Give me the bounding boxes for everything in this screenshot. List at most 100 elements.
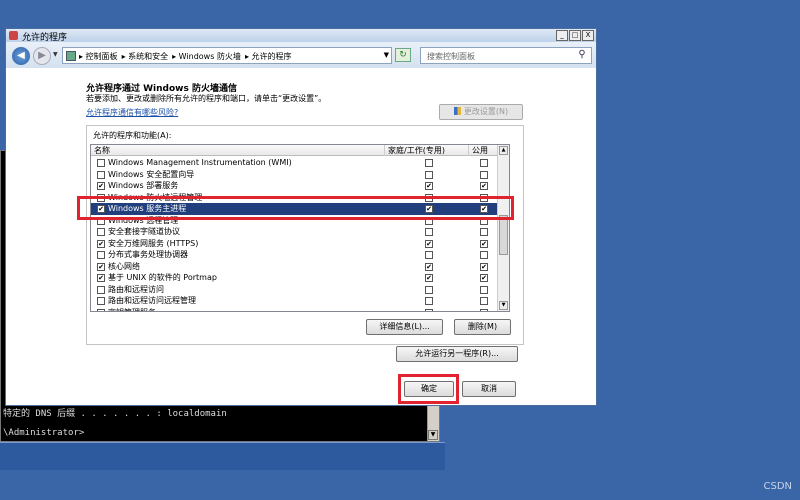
public-checkbox[interactable]	[480, 159, 488, 167]
ok-button[interactable]: 确定	[404, 381, 454, 397]
program-name: 安全套接字隧道协议	[108, 227, 180, 236]
list-item[interactable]: ✔ 核心网络 ✔ ✔	[91, 261, 499, 273]
list-item[interactable]: ✔ 安全万维网服务 (HTTPS) ✔ ✔	[91, 238, 499, 250]
list-item[interactable]: ✔ Windows 部署服务 ✔ ✔	[91, 180, 499, 192]
home-work-checkbox[interactable]	[425, 285, 433, 294]
program-name: Windows 安全配置向导	[108, 169, 195, 179]
change-settings-label: 更改设置(N)	[463, 107, 509, 116]
public-checkbox[interactable]	[480, 193, 488, 202]
list-item[interactable]: Windows 防火墙远程管理	[91, 192, 499, 204]
home-work-checkbox[interactable]: ✔	[425, 274, 433, 282]
delete-button[interactable]: 删除(M)	[454, 319, 511, 335]
recent-pages-dropdown-icon[interactable]: ▼	[53, 51, 58, 58]
program-name: Windows 部署服务	[108, 181, 179, 190]
home-work-checkbox[interactable]: ✔	[425, 262, 433, 271]
forward-button[interactable]: ▶	[33, 47, 51, 65]
list-item[interactable]: 路由和远程访问远程管理	[91, 295, 499, 307]
close-button[interactable]: X	[582, 30, 594, 41]
program-enable-checkbox[interactable]	[97, 159, 105, 167]
list-item[interactable]: ✔ 基于 UNIX 的软件的 Portmap ✔ ✔	[91, 272, 499, 284]
program-enable-checkbox[interactable]: ✔	[97, 205, 105, 213]
details-button[interactable]: 详细信息(L)...	[366, 319, 443, 335]
home-work-checkbox[interactable]	[425, 170, 433, 179]
address-bar: ◀ ▶ ▼ ▸ 控制面板 ▸ 系统和安全 ▸ Windows 防火墙 ▸ 允许的…	[5, 42, 597, 68]
page-description: 若要添加、更改或删除所有允许的程序和端口，请单击“更改设置”。	[86, 94, 327, 103]
public-checkbox[interactable]: ✔	[480, 182, 488, 190]
public-checkbox[interactable]: ✔	[480, 205, 488, 213]
home-work-checkbox[interactable]: ✔	[425, 182, 433, 190]
program-enable-checkbox[interactable]	[97, 285, 105, 294]
program-enable-checkbox[interactable]: ✔	[97, 182, 105, 190]
list-item[interactable]: 密钥管理服务	[91, 307, 499, 312]
list-item[interactable]: Windows 远程管理	[91, 215, 499, 227]
search-input[interactable]: 搜索控制面板 ⚲	[420, 47, 592, 64]
program-enable-checkbox[interactable]	[97, 251, 105, 259]
public-checkbox[interactable]	[480, 297, 488, 305]
public-checkbox[interactable]	[480, 251, 488, 259]
breadcrumb-control-panel[interactable]: ▸ 控制面板	[79, 51, 118, 62]
minimize-button[interactable]: _	[556, 30, 568, 41]
home-work-checkbox[interactable]	[425, 228, 433, 236]
program-enable-checkbox[interactable]: ✔	[97, 239, 105, 248]
home-work-checkbox[interactable]	[425, 159, 433, 167]
public-checkbox[interactable]	[480, 285, 488, 294]
list-item[interactable]: 路由和远程访问	[91, 284, 499, 296]
scroll-down-icon[interactable]: ▼	[499, 301, 508, 310]
cancel-button[interactable]: 取消	[462, 381, 516, 397]
list-item[interactable]: 安全套接字隧道协议	[91, 226, 499, 238]
program-enable-checkbox[interactable]	[97, 193, 105, 202]
program-enable-checkbox[interactable]	[97, 216, 105, 225]
list-scrollbar[interactable]: ▲ ▼	[497, 145, 509, 311]
programs-list[interactable]: 名称 家庭/工作(专用) 公用 Windows Management Instr…	[90, 144, 510, 312]
home-work-checkbox[interactable]	[425, 193, 433, 202]
scroll-thumb[interactable]	[499, 215, 508, 255]
program-name: 密钥管理服务	[108, 307, 156, 312]
address-dropdown-icon[interactable]: ▼	[384, 51, 389, 59]
refresh-icon[interactable]: ↻	[395, 48, 411, 62]
public-checkbox[interactable]: ✔	[480, 262, 488, 271]
home-work-checkbox[interactable]	[425, 308, 433, 311]
risk-help-link[interactable]: 允许程序通信有哪些风险?	[86, 107, 178, 118]
home-work-checkbox[interactable]	[425, 216, 433, 225]
program-enable-checkbox[interactable]	[97, 170, 105, 179]
search-icon[interactable]: ⚲	[575, 49, 589, 62]
scroll-up-icon[interactable]: ▲	[499, 146, 508, 155]
program-enable-checkbox[interactable]	[97, 308, 105, 311]
column-header-public[interactable]: 公用	[469, 145, 499, 156]
list-item[interactable]: ✔ Windows 服务主进程 ✔ ✔	[91, 203, 499, 215]
program-name: Windows Management Instrumentation (WMI)	[108, 158, 292, 167]
list-item[interactable]: Windows 安全配置向导	[91, 169, 499, 181]
breadcrumb-windows-firewall[interactable]: ▸ Windows 防火墙	[172, 51, 241, 62]
title-bar[interactable]: 允许的程序 _ □ X	[5, 28, 597, 43]
maximize-button[interactable]: □	[569, 30, 581, 41]
public-checkbox[interactable]: ✔	[480, 239, 488, 248]
home-work-checkbox[interactable]	[425, 297, 433, 305]
program-enable-checkbox[interactable]	[97, 228, 105, 236]
public-checkbox[interactable]	[480, 308, 488, 311]
home-work-checkbox[interactable]: ✔	[425, 239, 433, 248]
home-work-checkbox[interactable]	[425, 251, 433, 259]
program-enable-checkbox[interactable]: ✔	[97, 262, 105, 271]
column-header-name[interactable]: 名称	[91, 145, 385, 156]
list-item[interactable]: Windows Management Instrumentation (WMI)	[91, 157, 499, 169]
public-checkbox[interactable]	[480, 170, 488, 179]
public-checkbox[interactable]	[480, 216, 488, 225]
public-checkbox[interactable]	[480, 228, 488, 236]
breadcrumb-allowed-programs[interactable]: ▸ 允许的程序	[245, 51, 292, 62]
back-button[interactable]: ◀	[12, 47, 30, 65]
list-item[interactable]: 分布式事务处理协调器	[91, 249, 499, 261]
change-settings-button[interactable]: 更改设置(N)	[439, 104, 523, 120]
public-checkbox[interactable]: ✔	[480, 274, 488, 282]
address-field[interactable]: ▸ 控制面板 ▸ 系统和安全 ▸ Windows 防火墙 ▸ 允许的程序 ▼	[62, 47, 392, 64]
console-scroll-down-icon[interactable]: ▼	[428, 430, 438, 440]
program-enable-checkbox[interactable]	[97, 297, 105, 305]
allow-another-program-button[interactable]: 允许运行另一程序(R)...	[396, 346, 518, 362]
program-name: 基于 UNIX 的软件的 Portmap	[108, 273, 217, 282]
column-header-home[interactable]: 家庭/工作(专用)	[385, 145, 469, 156]
program-enable-checkbox[interactable]: ✔	[97, 274, 105, 282]
programs-group-label: 允许的程序和功能(A):	[93, 131, 172, 140]
search-placeholder: 搜索控制面板	[427, 52, 475, 61]
program-name: 安全万维网服务 (HTTPS)	[108, 238, 199, 248]
home-work-checkbox[interactable]: ✔	[425, 205, 433, 213]
breadcrumb-system-security[interactable]: ▸ 系统和安全	[122, 51, 169, 62]
